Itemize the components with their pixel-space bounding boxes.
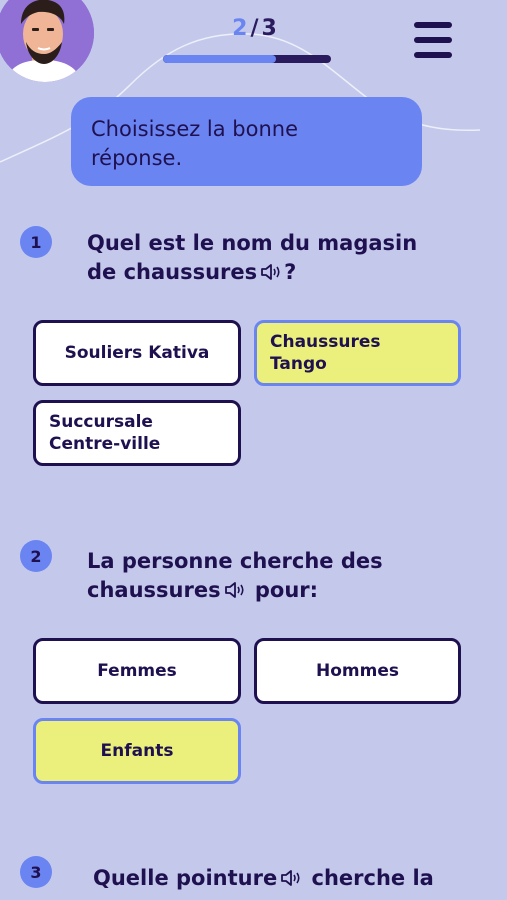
option-chaussures-tango[interactable]: Chaussures Tango [254, 320, 461, 386]
question-1-line-2: de chaussures? [87, 260, 297, 284]
user-avatar-icon [0, 0, 94, 82]
option-hommes[interactable]: Hommes [254, 638, 461, 704]
question-2-line-2: chaussures pour: [87, 578, 319, 602]
question-2-text: La personne cherche des chaussures pour: [87, 547, 383, 605]
progress-bar [163, 55, 331, 63]
instruction-banner: Choisissez la bonne réponse. [71, 97, 422, 186]
option-souliers-kativa[interactable]: Souliers Kativa [33, 320, 241, 386]
progress-bar-fill [163, 55, 276, 63]
question-number-2: 2 [20, 540, 52, 572]
question-3-text: Quelle pointure cherche la [93, 864, 434, 893]
question-2-line-1: La personne cherche des [87, 549, 383, 573]
option-femmes[interactable]: Femmes [33, 638, 241, 704]
speaker-audio-icon[interactable] [260, 264, 282, 280]
instruction-line-2: réponse. [91, 146, 183, 170]
question-number-1: 1 [20, 226, 52, 258]
progress-separator: / [250, 16, 260, 41]
option-enfants[interactable]: Enfants [33, 718, 241, 784]
question-1-text: Quel est le nom du magasin de chaussures… [87, 229, 417, 287]
question-1-line-1: Quel est le nom du magasin [87, 231, 418, 255]
progress-current: 2 [232, 16, 249, 41]
menu-button[interactable] [412, 20, 454, 62]
speaker-audio-icon[interactable] [280, 870, 302, 886]
speaker-audio-icon[interactable] [224, 582, 246, 598]
option-succursale-centre-ville[interactable]: Succursale Centre-ville [33, 400, 241, 466]
question-3-line-1: Quelle pointure cherche la [93, 866, 434, 890]
avatar[interactable] [0, 0, 94, 82]
question-number-3: 3 [20, 856, 52, 888]
instruction-line-1: Choisissez la bonne [91, 117, 299, 141]
progress-total: 3 [261, 16, 278, 41]
hamburger-menu-icon [414, 22, 452, 28]
progress-counter: 2/3 [200, 16, 310, 41]
